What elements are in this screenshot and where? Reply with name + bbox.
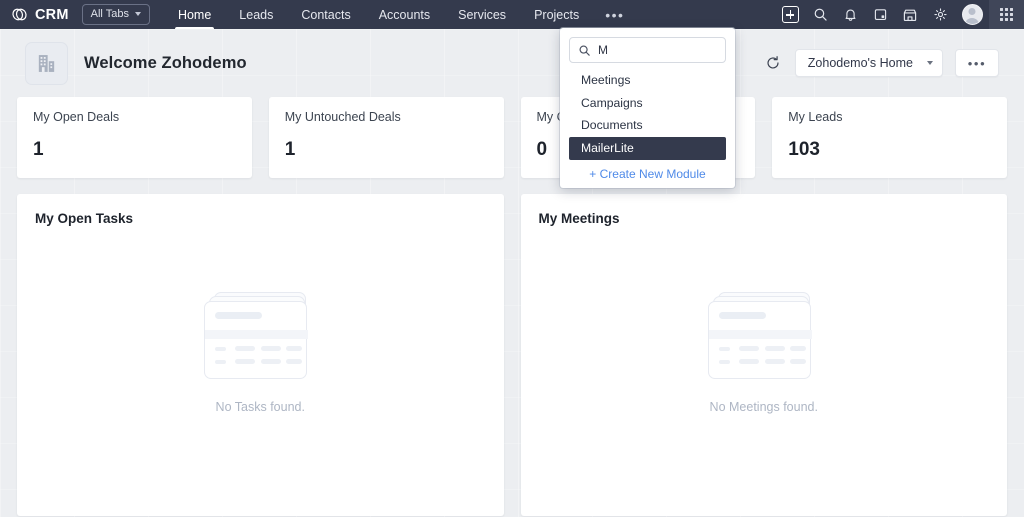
dashboard-view-value: Zohodemo's Home bbox=[807, 56, 913, 70]
all-tabs-label: All Tabs bbox=[90, 8, 129, 20]
dashboard-panels: My Open Tasks No Tasks found. My Meeting… bbox=[0, 178, 1024, 516]
empty-state-text: No Meetings found. bbox=[709, 400, 818, 414]
refresh-icon[interactable] bbox=[763, 53, 783, 73]
kpi-value: 103 bbox=[788, 139, 820, 160]
dashboard-view-select[interactable]: Zohodemo's Home bbox=[794, 49, 943, 77]
kpi-label: My Open Deals bbox=[33, 110, 120, 124]
top-navigation-bar: CRM All Tabs Home Leads Contacts Account… bbox=[0, 0, 1024, 188]
main-tabs: Home Leads Contacts Accounts Services Pr… bbox=[164, 0, 636, 29]
kpi-card-my-untouched-deals[interactable]: My Untouched Deals 1 bbox=[268, 97, 504, 178]
tab-label: Leads bbox=[239, 7, 274, 22]
notifications-bell-icon[interactable] bbox=[835, 0, 865, 29]
panel-my-meetings: My Meetings No Meetings found. bbox=[520, 194, 1007, 516]
create-new-module-link[interactable]: + Create New Module bbox=[560, 165, 735, 182]
tab-services[interactable]: Services bbox=[444, 0, 520, 29]
search-icon[interactable] bbox=[805, 0, 835, 29]
dropdown-item-meetings[interactable]: Meetings bbox=[560, 69, 735, 92]
more-tabs-button[interactable]: ••• bbox=[593, 0, 636, 29]
panel-my-open-tasks: My Open Tasks No Tasks found. bbox=[17, 194, 504, 516]
home-dashboard: Welcome Zohodemo Zohodemo's Home ••• My … bbox=[0, 29, 1024, 517]
settings-gear-icon[interactable] bbox=[925, 0, 955, 29]
empty-table-illustration bbox=[204, 290, 316, 382]
tab-projects[interactable]: Projects bbox=[520, 0, 593, 29]
panel-title: My Meetings bbox=[538, 211, 620, 226]
dropdown-item-label: Campaigns bbox=[581, 95, 643, 110]
dropdown-item-campaigns[interactable]: Campaigns bbox=[560, 92, 735, 115]
tab-contacts[interactable]: Contacts bbox=[287, 0, 364, 29]
empty-state-text: No Tasks found. bbox=[215, 400, 305, 414]
kpi-card-my-open-deals[interactable]: My Open Deals 1 bbox=[17, 97, 252, 178]
kpi-card-row: My Open Deals 1 My Untouched Deals 1 My … bbox=[0, 97, 1024, 178]
chevron-down-icon bbox=[927, 61, 933, 65]
kpi-card-my-leads[interactable]: My Leads 103 bbox=[772, 97, 1007, 178]
search-icon bbox=[579, 44, 590, 56]
kpi-label: My Leads bbox=[788, 110, 843, 124]
tab-label: Accounts bbox=[378, 7, 431, 22]
tab-label: Services bbox=[458, 7, 507, 22]
tab-leads[interactable]: Leads bbox=[225, 0, 287, 29]
add-icon[interactable] bbox=[775, 0, 805, 29]
user-avatar[interactable] bbox=[955, 4, 989, 25]
kpi-value: 1 bbox=[33, 139, 44, 160]
dropdown-item-label: MailerLite bbox=[581, 141, 634, 155]
module-search-value: M bbox=[598, 43, 608, 57]
more-tabs-label: ••• bbox=[605, 6, 625, 23]
create-new-module-label: + Create New Module bbox=[589, 166, 706, 181]
dashboard-more-actions-button[interactable]: ••• bbox=[955, 49, 999, 77]
dropdown-item-label: Meetings bbox=[581, 73, 631, 88]
page-title: Welcome Zohodemo bbox=[84, 53, 247, 72]
kpi-label: My Untouched Deals bbox=[284, 110, 401, 124]
empty-state: No Tasks found. bbox=[35, 226, 486, 516]
dropdown-item-mailerlite[interactable]: MailerLite bbox=[569, 136, 726, 160]
tab-accounts[interactable]: Accounts bbox=[365, 0, 444, 29]
panel-title: My Open Tasks bbox=[35, 211, 134, 226]
calendar-icon[interactable] bbox=[865, 0, 895, 29]
building-icon bbox=[25, 41, 68, 85]
all-tabs-button[interactable]: All Tabs bbox=[81, 4, 150, 25]
marketplace-store-icon[interactable] bbox=[895, 0, 925, 29]
dropdown-item-documents[interactable]: Documents bbox=[560, 114, 735, 137]
tab-label: Contacts bbox=[301, 7, 351, 22]
brand[interactable]: CRM bbox=[0, 6, 79, 23]
more-actions-label: ••• bbox=[967, 55, 987, 71]
brand-name: CRM bbox=[35, 6, 69, 23]
all-tabs-dropdown-panel: M Meetings Campaigns Documents MailerLit… bbox=[560, 28, 735, 188]
module-search-input[interactable]: M bbox=[569, 37, 726, 63]
tab-label: Home bbox=[177, 7, 212, 22]
empty-state: No Meetings found. bbox=[539, 226, 990, 516]
tab-label: Projects bbox=[534, 7, 580, 22]
dropdown-item-label: Documents bbox=[581, 118, 643, 133]
chevron-down-icon bbox=[134, 12, 141, 16]
tab-home[interactable]: Home bbox=[164, 0, 225, 29]
dashboard-header: Welcome Zohodemo Zohodemo's Home ••• bbox=[0, 29, 1024, 97]
top-nav-actions bbox=[775, 0, 1024, 29]
kpi-value: 1 bbox=[284, 139, 296, 160]
zoho-crm-logo-icon bbox=[11, 6, 28, 23]
dashboard-header-actions: Zohodemo's Home ••• bbox=[763, 49, 999, 77]
empty-table-illustration bbox=[707, 290, 820, 382]
apps-grid-icon[interactable] bbox=[989, 0, 1024, 29]
